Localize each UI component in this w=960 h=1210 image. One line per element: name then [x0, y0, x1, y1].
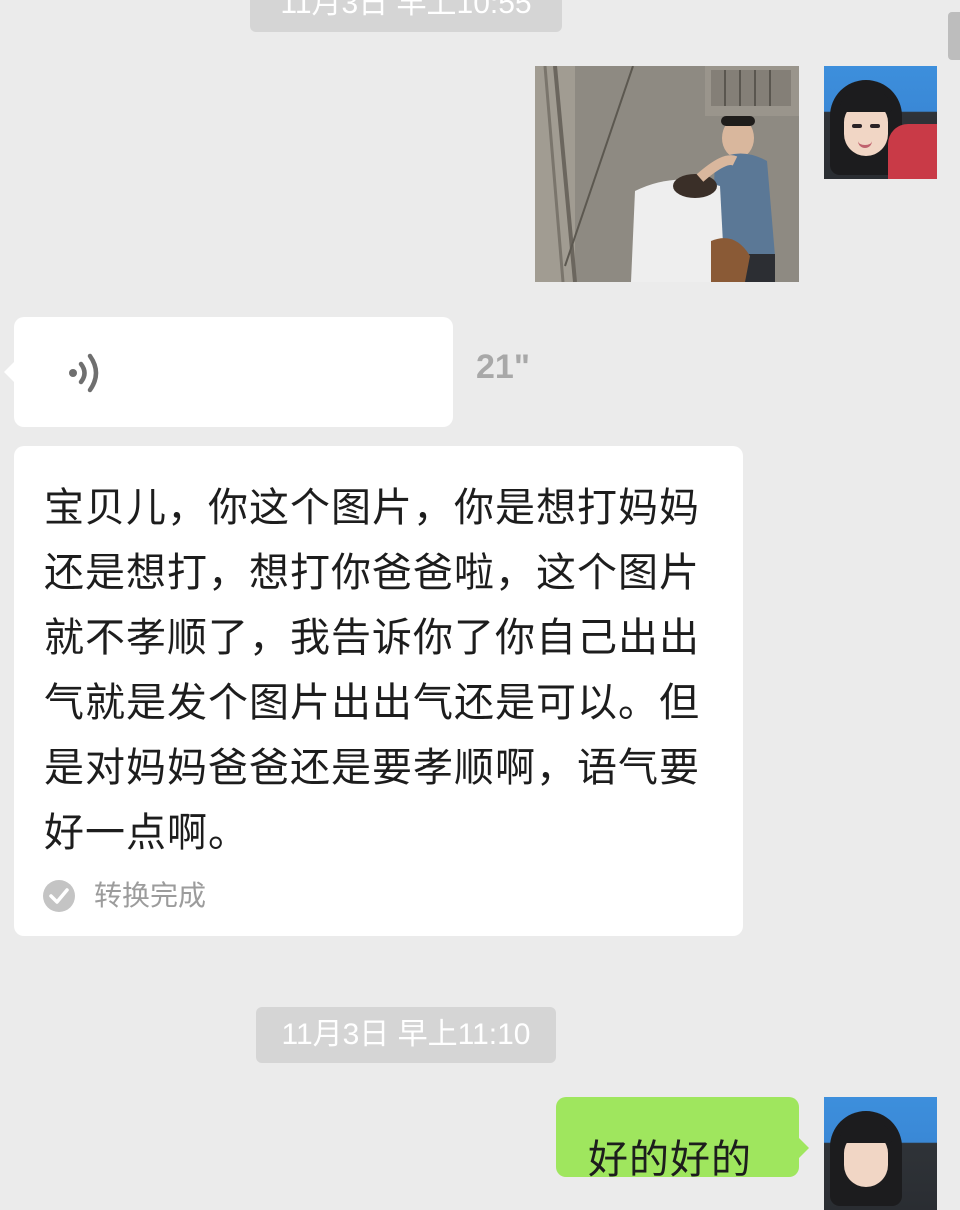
my-avatar[interactable]	[824, 66, 937, 179]
avatar-bang	[840, 1123, 892, 1143]
transcript-text: 宝贝儿，你这个图片，你是想打妈妈还是想打，想打你爸爸啦，这个图片就不孝顺了，我告…	[44, 485, 700, 856]
photo-image	[535, 66, 799, 282]
bubble-tail	[798, 1137, 809, 1159]
reply-text: 好的好的	[588, 1137, 752, 1183]
my-avatar[interactable]	[824, 1097, 937, 1210]
voice-duration: 21"	[476, 348, 530, 386]
avatar-bang	[840, 92, 892, 112]
avatar-eye	[852, 124, 862, 128]
scrollbar[interactable]	[948, 12, 960, 60]
timestamp-top: 11月3日 早上10:55	[250, 0, 562, 32]
transcript-status: 转换完成	[94, 879, 207, 912]
voice-wave-icon	[69, 353, 99, 393]
voice-message-bubble[interactable]	[4, 317, 453, 427]
voice-transcript-bubble[interactable]: 宝贝儿，你这个图片，你是想打妈妈还是想打，想打你爸爸啦，这个图片就不孝顺了，我告…	[14, 446, 743, 936]
timestamp-bottom: 11月3日 早上11:10	[256, 1007, 556, 1063]
check-circle-icon	[43, 880, 75, 912]
sent-image-message[interactable]	[535, 66, 799, 282]
bubble-tail	[4, 361, 15, 383]
avatar-scarf	[888, 124, 937, 179]
outgoing-text-bubble[interactable]: 好的好的	[556, 1097, 809, 1183]
avatar-eye	[870, 124, 880, 128]
